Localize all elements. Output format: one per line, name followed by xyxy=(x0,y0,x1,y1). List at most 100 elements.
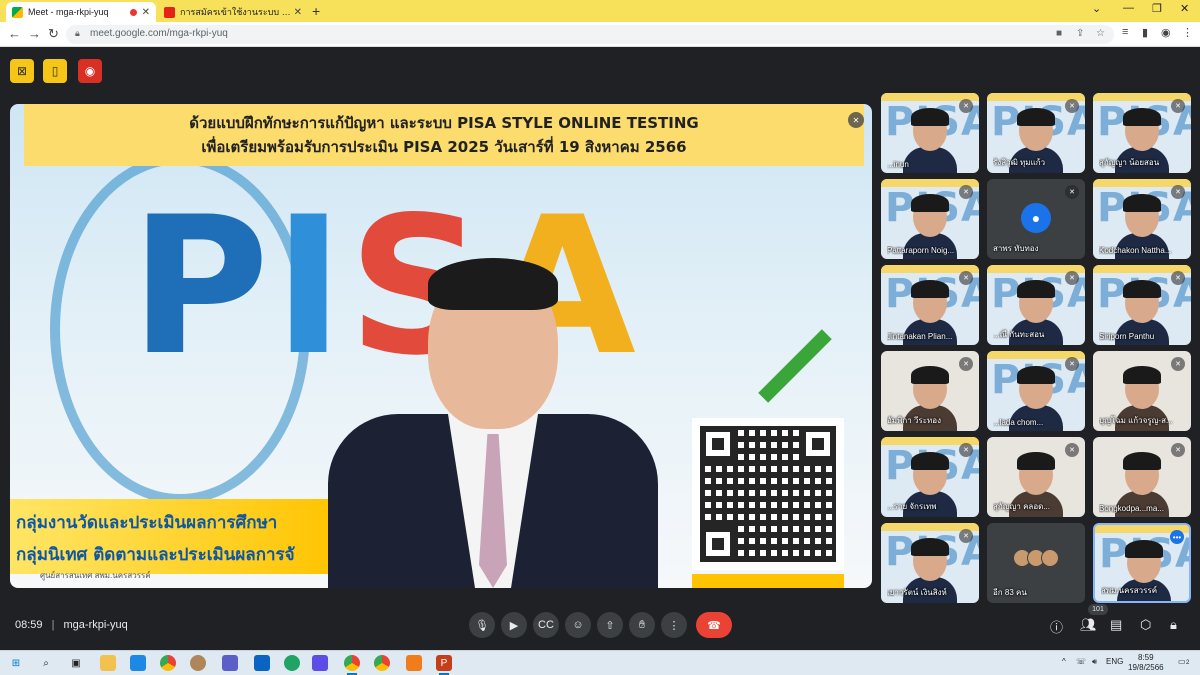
people-icon[interactable]: 👥︎ xyxy=(1080,617,1097,633)
microphone-button[interactable]: 🎙︎ xyxy=(469,612,495,638)
recording-indicator-icon xyxy=(129,8,137,16)
participant-tile[interactable]: ● ✕ สาพร ทับทอง xyxy=(987,179,1085,259)
reload-icon[interactable]: ↻ xyxy=(48,26,59,42)
others-avatars xyxy=(1013,549,1059,567)
activities-icon[interactable]: ⬡ xyxy=(1140,617,1151,633)
store-icon[interactable] xyxy=(130,655,146,671)
tray-lang[interactable]: ENG xyxy=(1106,657,1123,666)
tray-chevron-icon[interactable]: ^ xyxy=(1062,657,1066,666)
bookmark-star-icon[interactable]: ☆ xyxy=(1096,28,1105,39)
mic-off-icon: ✕ xyxy=(1065,99,1079,113)
participant-tile[interactable]: ✕ Bongkodpa...ma... xyxy=(1093,437,1191,517)
back-icon[interactable]: ← xyxy=(8,26,21,41)
raise-hand-button[interactable]: ✋︎ xyxy=(629,612,655,638)
logo-letter: P xyxy=(130,176,274,397)
mic-off-icon: ✕ xyxy=(1171,443,1185,457)
chrome-icon[interactable] xyxy=(160,655,176,671)
edge-icon[interactable] xyxy=(284,655,300,671)
participant-name: Bongkodpa...ma... xyxy=(1099,504,1164,513)
meeting-details-icon[interactable]: ⓘ xyxy=(1050,617,1063,636)
system-clock[interactable]: 8:59 19/8/2566 xyxy=(1128,653,1164,673)
mic-off-icon: ✕ xyxy=(1065,185,1079,199)
avatar-icon: ● xyxy=(1021,203,1051,233)
forward-icon[interactable]: → xyxy=(28,26,41,41)
host-controls-icon[interactable]: 🔒︎ xyxy=(1170,617,1177,633)
participant-tile[interactable]: PISA✕...ราย จักรเทพ xyxy=(881,437,979,517)
tab-search-icon[interactable]: ⌄ xyxy=(1092,2,1101,15)
search-icon[interactable]: ⌕ xyxy=(38,655,54,671)
mic-off-icon: ✕ xyxy=(959,185,973,199)
participant-tile[interactable]: ✕ บุญโฉม แก้วจรูญ-ส... xyxy=(1093,351,1191,431)
camera-in-use-icon[interactable]: ■ xyxy=(1056,28,1062,39)
minimize-icon[interactable]: — xyxy=(1123,2,1134,14)
slide-caption: ศูนย์สารสนเทศ สพม.นครสวรรค์ xyxy=(40,571,151,580)
notification-icon[interactable]: ▭ xyxy=(1178,657,1186,666)
video-app-icon[interactable] xyxy=(312,655,328,671)
tab-meet[interactable]: Meet - mga-rkpi-yuq ✕ xyxy=(6,2,156,22)
participant-tile[interactable]: PISA✕...lada chom... xyxy=(987,351,1085,431)
participant-tile[interactable]: ✕ สุกัญญา คลอด... xyxy=(987,437,1085,517)
chrome-active-icon[interactable] xyxy=(344,655,360,675)
powerpoint-icon[interactable]: P xyxy=(436,655,452,675)
windows-start-icon[interactable]: ⊞ xyxy=(8,655,24,671)
close-tab-icon[interactable]: ✕ xyxy=(294,7,302,18)
chrome-profile-icon[interactable] xyxy=(374,655,390,671)
participant-tile[interactable]: PISA✕...inun xyxy=(881,93,979,173)
task-view-icon[interactable]: ▣ xyxy=(68,655,84,671)
participant-name: รังสิวุฒิ ทุมแก้ว xyxy=(993,158,1046,167)
mic-off-icon: ✕ xyxy=(959,99,973,113)
address-bar[interactable]: 🔒︎ meet.google.com/mga-rkpi-yuq ■ ⇪ ☆ xyxy=(66,25,1114,44)
participant-tile[interactable]: PISA✕Jintanakan Plian... xyxy=(881,265,979,345)
participant-name: Jintanakan Plian... xyxy=(887,332,953,341)
media-control-icon[interactable]: ≡ xyxy=(1122,26,1128,38)
participant-name: สพม.นครสวรรค์ xyxy=(1101,586,1158,595)
participant-tile[interactable]: PISA✕เยาวรัตน์ เงินสิงห์ xyxy=(881,523,979,603)
door-icon[interactable]: ▯ xyxy=(43,59,67,83)
emoji-reaction-button[interactable]: ☺ xyxy=(565,612,591,638)
participant-name: เยาวรัตน์ เงินสิงห์ xyxy=(887,588,947,597)
side-panel-icon[interactable]: ▮ xyxy=(1142,26,1148,39)
media-player-icon[interactable] xyxy=(222,655,238,671)
mail-icon[interactable] xyxy=(254,655,270,671)
clock-date: 19/8/2566 xyxy=(1128,663,1164,672)
clock-time: 8:59 xyxy=(1138,653,1154,662)
participant-tile[interactable]: PISA✕รังสิวุฒิ ทุมแก้ว xyxy=(987,93,1085,173)
participant-tile[interactable]: PISA•••สพม.นครสวรรค์ xyxy=(1093,523,1191,603)
mic-off-icon: ✕ xyxy=(1171,99,1185,113)
share-icon[interactable]: ⇪ xyxy=(1076,28,1084,39)
slide-group-line-1: กลุ่มงานวัดและประเมินผลการศึกษา xyxy=(16,513,278,533)
tray-volume-icon[interactable]: 🔊︎ xyxy=(1092,657,1097,667)
new-tab-button[interactable]: + xyxy=(312,3,320,19)
more-options-button[interactable]: ⋮ xyxy=(661,612,687,638)
participant-tile[interactable]: PISA✕Siriporn Panthu xyxy=(1093,265,1191,345)
close-tab-icon[interactable]: ✕ xyxy=(142,7,150,18)
participant-name: ...ณี กันทะสอน xyxy=(993,330,1045,339)
chat-icon[interactable]: ▤ xyxy=(1110,617,1122,633)
tray-network-icon[interactable]: ☏ xyxy=(1076,657,1086,666)
participant-tile[interactable]: PISA✕Pattaraporn Noig... xyxy=(881,179,979,259)
captions-off-icon[interactable]: ⊠ xyxy=(10,59,34,83)
leave-call-button[interactable]: ☎ xyxy=(696,612,732,638)
participant-tile[interactable]: PISA✕สุกัญญา น้อยสอน xyxy=(1093,93,1191,173)
participant-tile[interactable]: PISA✕Kodchakon Nattha... xyxy=(1093,179,1191,259)
tile-options-icon[interactable]: ••• xyxy=(1170,530,1184,544)
orange-app-icon[interactable] xyxy=(406,655,422,671)
camera-button[interactable]: ▶ xyxy=(501,612,527,638)
presenter-tile[interactable]: PISA ด้วยแบบฝึกทักษะการแก้ปัญหา และระบบ … xyxy=(10,104,872,588)
menu-kebab-icon[interactable]: ⋮ xyxy=(1182,26,1193,39)
notification-count: 2 xyxy=(1186,660,1190,666)
file-explorer-icon[interactable] xyxy=(100,655,116,671)
participant-tile[interactable]: PISA✕...ณี กันทะสอน xyxy=(987,265,1085,345)
participant-tile[interactable]: อีก 83 คน xyxy=(987,523,1085,603)
present-screen-button[interactable]: ⇧ xyxy=(597,612,623,638)
participant-tile[interactable]: ✕ อัมพิกา วีระทอง xyxy=(881,351,979,431)
pencil-decoration xyxy=(758,329,832,403)
tab-pisa-register[interactable]: การสมัครเข้าใช้งานระบบ PISA STYLE ✕ xyxy=(158,2,308,22)
restore-icon[interactable]: ❐ xyxy=(1152,2,1162,15)
close-window-icon[interactable]: ✕ xyxy=(1180,2,1189,15)
record-icon[interactable]: ◉ xyxy=(78,59,102,83)
user-app-icon[interactable] xyxy=(190,655,206,671)
profile-icon[interactable]: ◉ xyxy=(1161,26,1171,39)
captions-button[interactable]: CC xyxy=(533,612,559,638)
mic-off-icon: ✕ xyxy=(1065,271,1079,285)
